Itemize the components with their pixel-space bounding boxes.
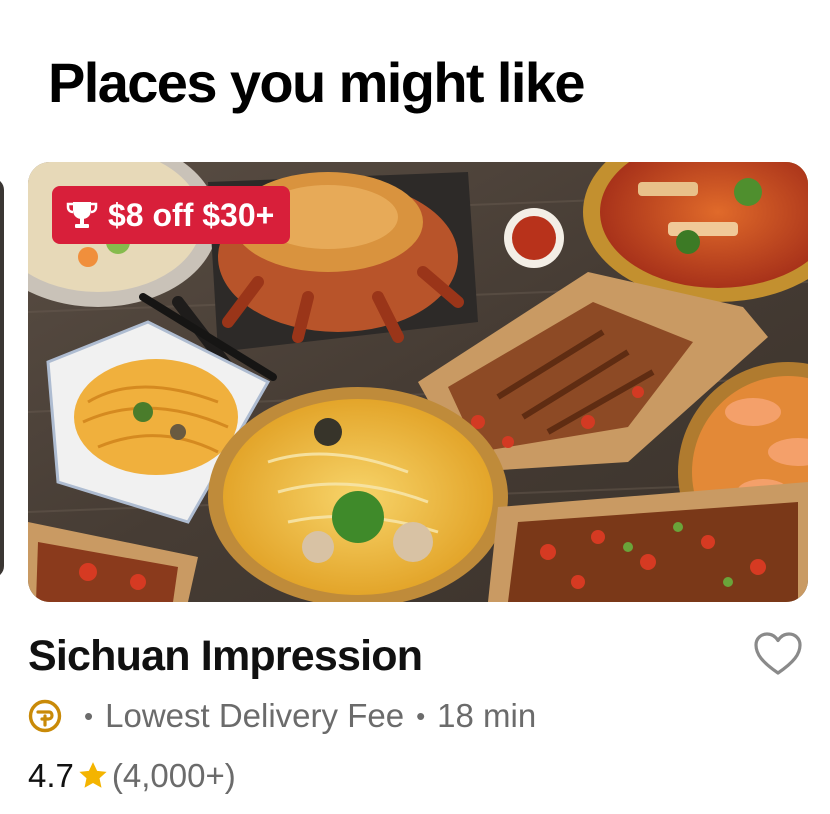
heart-outline-icon — [754, 632, 802, 675]
store-name[interactable]: Sichuan Impression — [28, 632, 423, 681]
rating-row: 4.7 (4,000+) — [28, 754, 236, 798]
meta-separator: • — [416, 700, 426, 731]
meta-separator: • — [84, 700, 94, 731]
rating-count: (4,000+) — [111, 757, 236, 794]
store-card[interactable]: $8 off $30+ — [28, 162, 808, 602]
favorite-button[interactable] — [752, 628, 808, 680]
store-name-row: Sichuan Impression — [28, 628, 808, 688]
promo-text: $8 off $30+ — [108, 196, 275, 233]
trophy-icon — [66, 202, 98, 228]
dashpass-icon — [28, 699, 62, 733]
star-icon — [79, 762, 107, 788]
promo-badge: $8 off $30+ — [52, 186, 291, 244]
rating-value: 4.7 — [28, 757, 74, 794]
store-meta-row: • Lowest Delivery Fee • 18 min — [28, 694, 536, 738]
store-tagline: Lowest Delivery Fee — [105, 697, 405, 734]
delivery-time: 18 min — [437, 697, 537, 734]
previous-store-card-edge[interactable] — [0, 178, 4, 578]
section-title: Places you might like — [48, 51, 586, 114]
